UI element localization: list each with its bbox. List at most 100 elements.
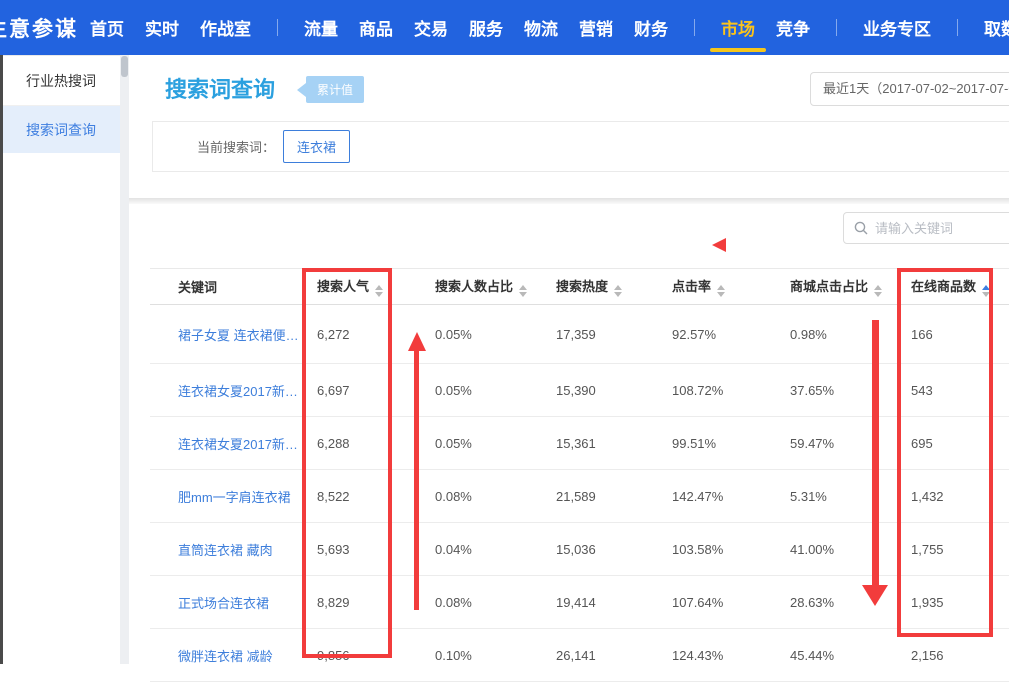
sort-icon[interactable] [519, 285, 527, 297]
nav-item-trade[interactable]: 交易 [414, 0, 448, 55]
table-row: 直筒连衣裙 藏肉 5,693 0.04% 15,036 103.58% 41.0… [150, 523, 1009, 576]
cell-searcher-share: 0.05% [420, 327, 540, 342]
cell-click-rate: 92.57% [660, 327, 780, 342]
page-title: 搜索词查询 [165, 72, 275, 104]
current-keyword-panel: 当前搜索词： 连衣裙 [152, 121, 1009, 172]
cell-mall-click-share: 28.63% [780, 595, 900, 610]
nav-item-data-fetch[interactable]: 取数 [984, 0, 1009, 55]
nav-item-traffic[interactable]: 流量 [304, 0, 338, 55]
cell-online-products: 1,935 [900, 595, 1009, 610]
date-range-picker[interactable]: 最近1天（2017-07-02~2017-07-02） [810, 72, 1009, 106]
cell-searcher-share: 0.10% [420, 648, 540, 663]
col-header-mall-click-share[interactable]: 商城点击占比 [780, 276, 900, 297]
sidebar-item-hot-search-words[interactable]: 行业热搜词 [3, 56, 120, 106]
keyword-link[interactable]: 连衣裙女夏2017新款... [150, 434, 300, 453]
cell-search-popularity: 5,693 [300, 542, 420, 557]
table-row: 裙子女夏 连衣裙便宜5... 6,272 0.05% 17,359 92.57%… [150, 305, 1009, 364]
brand-logo[interactable]: 生意参谋 [0, 0, 78, 55]
col-header-search-popularity[interactable]: 搜索人气 [300, 276, 420, 297]
table-row: 连衣裙女夏2017新款... 6,697 0.05% 15,390 108.72… [150, 364, 1009, 417]
sidebar: 行业热搜词 搜索词查询 [3, 55, 120, 664]
nav-item-service[interactable]: 服务 [469, 0, 503, 55]
cell-mall-click-share: 37.65% [780, 383, 900, 398]
cell-mall-click-share: 41.00% [780, 542, 900, 557]
cell-searcher-share: 0.04% [420, 542, 540, 557]
col-header-searcher-share[interactable]: 搜索人数占比 [420, 276, 540, 297]
cell-online-products: 543 [900, 383, 1009, 398]
keyword-link[interactable]: 直筒连衣裙 藏肉 [150, 540, 300, 559]
nav-item-marketing[interactable]: 营销 [579, 0, 613, 55]
table-row: 肥mm一字肩连衣裙 8,522 0.08% 21,589 142.47% 5.3… [150, 470, 1009, 523]
cell-search-heat: 15,361 [540, 436, 660, 451]
cell-click-rate: 142.47% [660, 489, 780, 504]
search-icon [854, 221, 868, 235]
cell-click-rate: 107.64% [660, 595, 780, 610]
table-row: 连衣裙女夏2017新款... 6,288 0.05% 15,361 99.51%… [150, 417, 1009, 470]
cell-online-products: 695 [900, 436, 1009, 451]
keyword-search-input[interactable] [875, 221, 1009, 236]
nav-item-logistics[interactable]: 物流 [524, 0, 558, 55]
top-nav: 生意参谋 首页 实时 作战室 流量 商品 交易 服务 物流 营销 财务 市场 竞… [0, 0, 1009, 55]
cell-search-popularity: 9,856 [300, 648, 420, 663]
sort-icon-active-asc[interactable] [982, 285, 990, 297]
sort-icon[interactable] [717, 285, 725, 297]
keyword-link[interactable]: 正式场合连衣裙 [150, 593, 300, 612]
search-terms-table: 关键词 搜索人气 搜索人数占比 搜索热度 点击率 商城点击占比 在线商品数 裙子… [150, 268, 1009, 682]
cell-mall-click-share: 0.98% [780, 327, 900, 342]
cell-click-rate: 124.43% [660, 648, 780, 663]
cell-search-heat: 21,589 [540, 489, 660, 504]
nav-item-business-zone[interactable]: 业务专区 [863, 0, 931, 55]
cell-search-popularity: 6,697 [300, 383, 420, 398]
cell-online-products: 1,755 [900, 542, 1009, 557]
cell-click-rate: 108.72% [660, 383, 780, 398]
nav-divider [836, 19, 837, 36]
sidebar-scrollbar[interactable] [120, 55, 129, 664]
cell-search-heat: 19,414 [540, 595, 660, 610]
col-header-search-heat[interactable]: 搜索热度 [540, 276, 660, 297]
table-row: 微胖连衣裙 减龄 9,856 0.10% 26,141 124.43% 45.4… [150, 629, 1009, 682]
col-header-click-rate[interactable]: 点击率 [660, 276, 780, 297]
cell-online-products: 166 [900, 327, 1009, 342]
cell-online-products: 1,432 [900, 489, 1009, 504]
keyword-link[interactable]: 微胖连衣裙 减龄 [150, 646, 300, 665]
cell-mall-click-share: 59.47% [780, 436, 900, 451]
cell-click-rate: 99.51% [660, 436, 780, 451]
current-keyword-tag[interactable]: 连衣裙 [283, 130, 350, 163]
main-content: 搜索词查询 累计值 最近1天（2017-07-02~2017-07-02） 当前… [129, 55, 1009, 664]
sort-icon[interactable] [375, 285, 383, 297]
keyword-link[interactable]: 连衣裙女夏2017新款... [150, 381, 300, 400]
keyword-search-box[interactable] [843, 212, 1009, 244]
cell-search-heat: 15,036 [540, 542, 660, 557]
keyword-link[interactable]: 裙子女夏 连衣裙便宜5... [150, 325, 300, 344]
cell-searcher-share: 0.08% [420, 595, 540, 610]
nav-item-market-active[interactable]: 市场 [721, 0, 755, 55]
sort-icon[interactable] [874, 285, 882, 297]
nav-list: 首页 实时 作战室 流量 商品 交易 服务 物流 营销 财务 市场 竞争 业务专… [90, 0, 1009, 55]
nav-item-competition[interactable]: 竞争 [776, 0, 810, 55]
badge-notch-icon [297, 83, 306, 97]
nav-item-home[interactable]: 首页 [90, 0, 124, 55]
table-header-row: 关键词 搜索人气 搜索人数占比 搜索热度 点击率 商城点击占比 在线商品数 [150, 268, 1009, 305]
cell-click-rate: 103.58% [660, 542, 780, 557]
col-header-keyword: 关键词 [150, 277, 300, 296]
nav-item-warroom[interactable]: 作战室 [200, 0, 251, 55]
table-row: 正式场合连衣裙 8,829 0.08% 19,414 107.64% 28.63… [150, 576, 1009, 629]
col-header-online-products[interactable]: 在线商品数 [900, 276, 1009, 297]
cell-online-products: 2,156 [900, 648, 1009, 663]
nav-divider [957, 19, 958, 36]
nav-item-finance[interactable]: 财务 [634, 0, 668, 55]
nav-divider [694, 19, 695, 36]
cumulative-badge-wrap: 累计值 [297, 76, 364, 103]
cell-mall-click-share: 5.31% [780, 489, 900, 504]
sidebar-item-search-word-query[interactable]: 搜索词查询 [3, 106, 120, 153]
sort-icon[interactable] [614, 285, 622, 297]
cumulative-value-badge: 累计值 [306, 76, 364, 103]
section-divider [129, 198, 1009, 204]
keyword-link[interactable]: 肥mm一字肩连衣裙 [150, 487, 300, 506]
sidebar-scrollbar-thumb[interactable] [121, 56, 128, 77]
cell-mall-click-share: 45.44% [780, 648, 900, 663]
cell-searcher-share: 0.08% [420, 489, 540, 504]
current-keyword-label: 当前搜索词： [197, 137, 275, 156]
nav-item-goods[interactable]: 商品 [359, 0, 393, 55]
nav-item-realtime[interactable]: 实时 [145, 0, 179, 55]
